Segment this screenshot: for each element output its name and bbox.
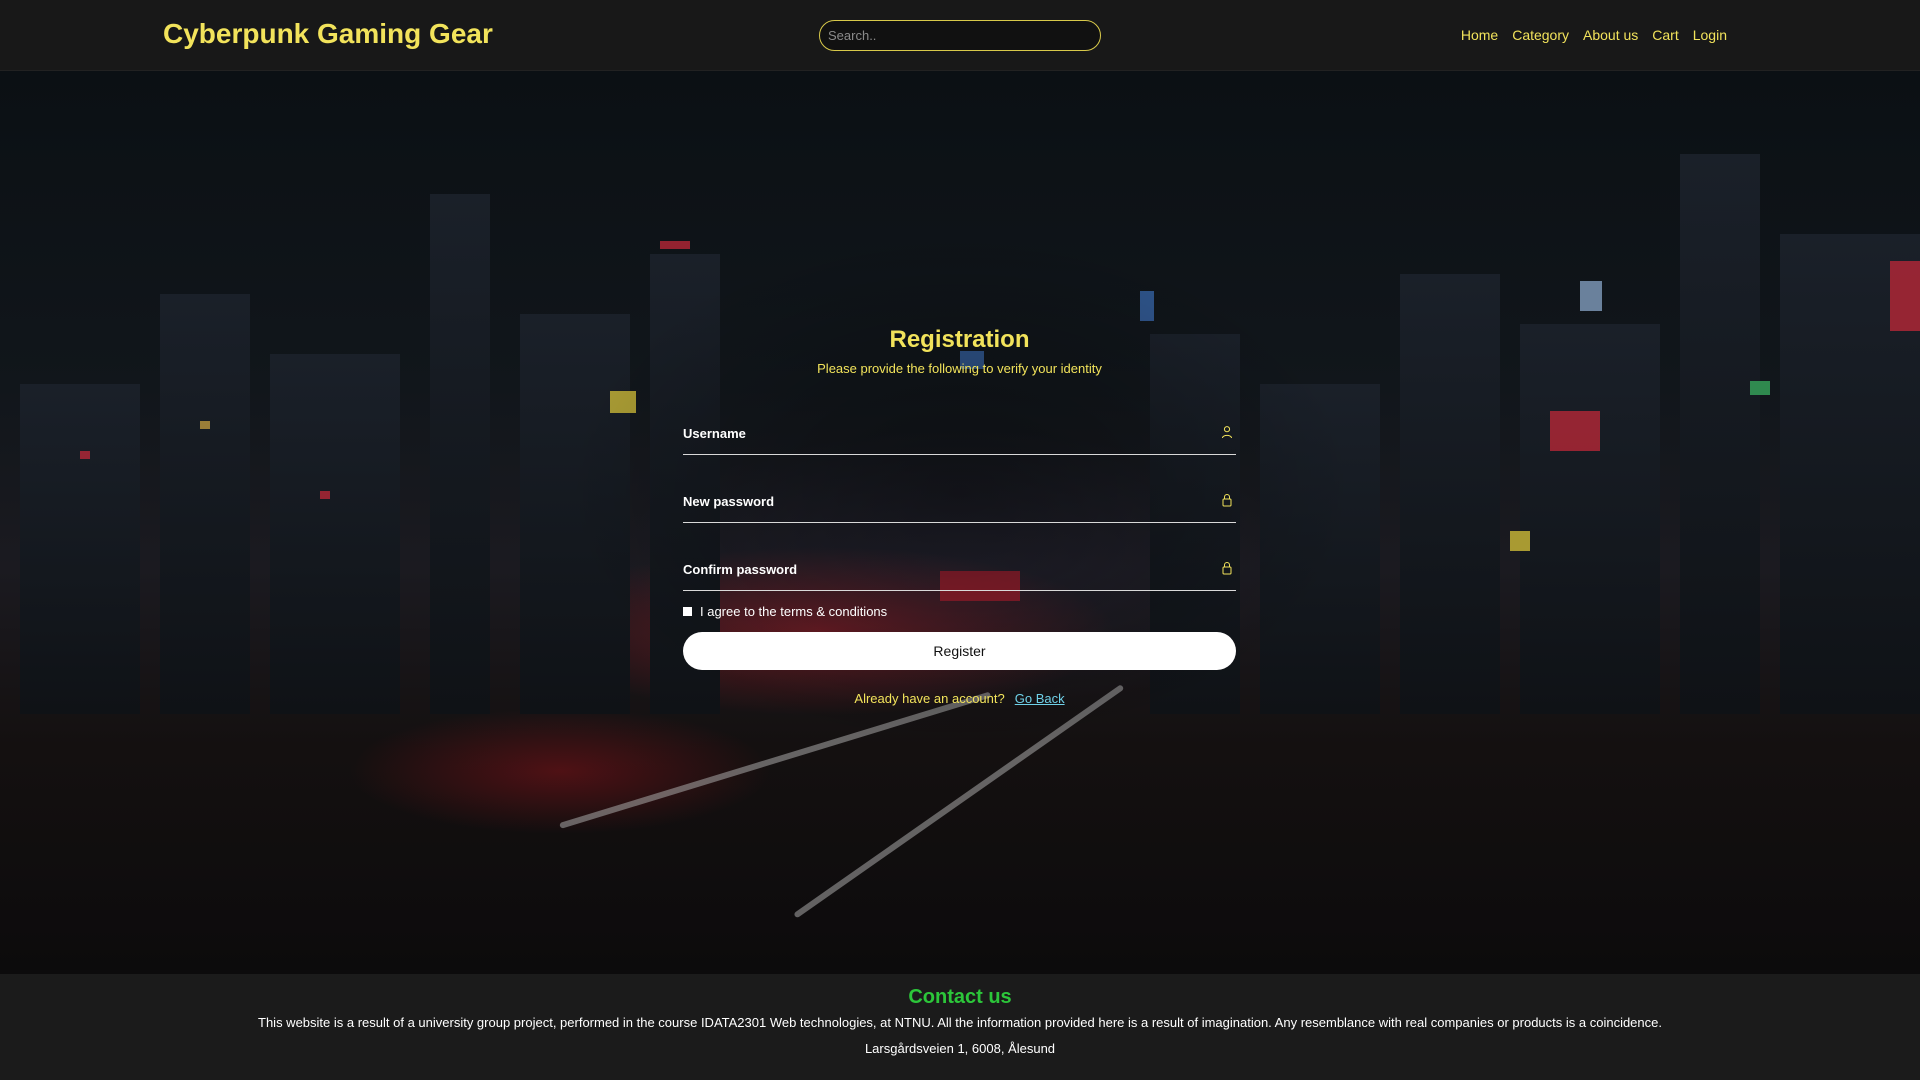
nav-home[interactable]: Home (1461, 27, 1498, 43)
footer-address: Larsgårdsveien 1, 6008, Ålesund (864, 1041, 1056, 1056)
already-account-row: Already have an account? Go Back (683, 691, 1236, 706)
main-nav: Home Category About us Cart Login (1461, 27, 1727, 43)
site-footer: Contact us This website is a result of a… (0, 974, 1920, 1080)
page-subtitle: Please provide the following to verify y… (817, 361, 1102, 376)
username-field[interactable]: Username (683, 413, 1236, 455)
page-title: Registration (889, 326, 1030, 353)
username-label: Username (683, 426, 746, 441)
go-back-link[interactable]: Go Back (1015, 691, 1065, 706)
nav-login[interactable]: Login (1693, 27, 1727, 43)
new-password-field[interactable]: New password (683, 481, 1236, 523)
register-button[interactable]: Register (683, 632, 1236, 670)
nav-category[interactable]: Category (1512, 27, 1569, 43)
lock-icon (1222, 562, 1232, 575)
nav-cart[interactable]: Cart (1652, 27, 1678, 43)
user-icon (1222, 426, 1232, 439)
terms-checkbox[interactable] (683, 607, 692, 616)
site-header: Cyberpunk Gaming Gear Home Category Abou… (0, 0, 1920, 71)
new-password-label: New password (683, 494, 775, 509)
terms-checkbox-row[interactable]: I agree to the terms & conditions (683, 604, 887, 619)
confirm-password-field[interactable]: Confirm password (683, 549, 1236, 591)
search-input[interactable] (819, 20, 1101, 51)
footer-description: This website is a result of a university… (258, 1015, 1662, 1030)
site-logo[interactable]: Cyberpunk Gaming Gear (163, 18, 493, 50)
already-account-text: Already have an account? (854, 691, 1005, 706)
terms-label: I agree to the terms & conditions (700, 604, 888, 619)
confirm-password-label: Confirm password (683, 562, 798, 577)
contact-heading: Contact us (908, 986, 1012, 1008)
nav-about-us[interactable]: About us (1583, 27, 1638, 43)
lock-icon (1222, 494, 1232, 507)
